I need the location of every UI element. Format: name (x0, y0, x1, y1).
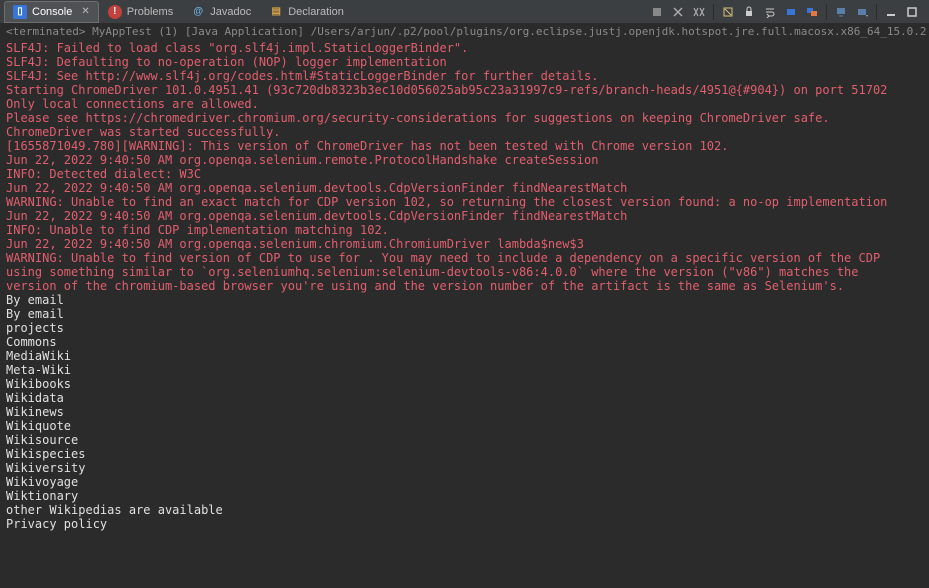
console-line: By email (6, 293, 923, 307)
console-line: Meta-Wiki (6, 363, 923, 377)
scroll-lock-button[interactable] (740, 3, 758, 21)
console-line: Jun 22, 2022 9:40:50 AM org.openqa.selen… (6, 237, 923, 251)
view-tabs: ▯ Console ✕ ! Problems @ Javadoc ▤ Decla… (4, 1, 353, 23)
open-console-button[interactable] (853, 3, 871, 21)
console-icon: ▯ (13, 5, 27, 19)
console-line: projects (6, 321, 923, 335)
console-line: SLF4J: See http://www.slf4j.org/codes.ht… (6, 69, 923, 83)
console-line: Wikispecies (6, 447, 923, 461)
remove-all-button[interactable] (690, 3, 708, 21)
console-line: MediaWiki (6, 349, 923, 363)
console-line: Only local connections are allowed. (6, 97, 923, 111)
tab-label: Problems (127, 6, 173, 18)
console-line: other Wikipedias are available (6, 503, 923, 517)
console-line: WARNING: Unable to find an exact match f… (6, 195, 923, 209)
minimize-button[interactable] (882, 3, 900, 21)
console-line: Wikidata (6, 391, 923, 405)
console-line: Wikisource (6, 433, 923, 447)
tab-javadoc[interactable]: @ Javadoc (182, 1, 260, 23)
tab-label: Declaration (288, 6, 344, 18)
toolbar-separator (876, 4, 877, 20)
terminate-button[interactable] (648, 3, 666, 21)
status-name: MyAppTest (1) [Java Application] (92, 25, 304, 38)
clear-console-button[interactable] (719, 3, 737, 21)
show-console-button[interactable] (782, 3, 800, 21)
console-line: Please see https://chromedriver.chromium… (6, 111, 923, 125)
display-selected-button[interactable] (832, 3, 850, 21)
tab-label: Javadoc (210, 6, 251, 18)
console-line: Wikiversity (6, 461, 923, 475)
console-line: Commons (6, 335, 923, 349)
view-tab-bar: ▯ Console ✕ ! Problems @ Javadoc ▤ Decla… (0, 0, 929, 24)
console-line: Wikivoyage (6, 475, 923, 489)
console-line: Privacy policy (6, 517, 923, 531)
declaration-icon: ▤ (269, 5, 283, 19)
tab-console[interactable]: ▯ Console ✕ (4, 1, 99, 23)
console-line: Wikiquote (6, 419, 923, 433)
console-line: Jun 22, 2022 9:40:50 AM org.openqa.selen… (6, 181, 923, 195)
console-line: INFO: Unable to find CDP implementation … (6, 223, 923, 237)
status-path: /Users/arjun/.p2/pool/plugins/org.eclips… (311, 25, 929, 38)
maximize-button[interactable] (903, 3, 921, 21)
remove-launch-button[interactable] (669, 3, 687, 21)
tab-problems[interactable]: ! Problems (99, 1, 182, 23)
console-toolbar (648, 3, 925, 21)
console-line: using something similar to `org.selenium… (6, 265, 923, 279)
console-line: INFO: Detected dialect: W3C (6, 167, 923, 181)
javadoc-icon: @ (191, 5, 205, 19)
problems-icon: ! (108, 5, 122, 19)
console-line: Wikibooks (6, 377, 923, 391)
console-status-line: <terminated> MyAppTest (1) [Java Applica… (0, 24, 929, 39)
toolbar-separator (826, 4, 827, 20)
console-line: Starting ChromeDriver 101.0.4951.41 (93c… (6, 83, 923, 97)
pin-console-button[interactable] (803, 3, 821, 21)
console-line: WARNING: Unable to find version of CDP t… (6, 251, 923, 265)
tab-declaration[interactable]: ▤ Declaration (260, 1, 353, 23)
tab-label: Console (32, 6, 72, 18)
console-line: Jun 22, 2022 9:40:50 AM org.openqa.selen… (6, 153, 923, 167)
close-icon[interactable]: ✕ (81, 6, 89, 17)
console-line: version of the chromium-based browser yo… (6, 279, 923, 293)
console-line: SLF4J: Defaulting to no-operation (NOP) … (6, 55, 923, 69)
word-wrap-button[interactable] (761, 3, 779, 21)
toolbar-separator (713, 4, 714, 20)
console-line: Jun 22, 2022 9:40:50 AM org.openqa.selen… (6, 209, 923, 223)
console-line: Wikinews (6, 405, 923, 419)
console-output[interactable]: SLF4J: Failed to load class "org.slf4j.i… (0, 39, 929, 588)
console-line: ChromeDriver was started successfully. (6, 125, 923, 139)
console-line: [1655871049.780][WARNING]: This version … (6, 139, 923, 153)
status-prefix: <terminated> (6, 25, 85, 38)
console-line: By email (6, 307, 923, 321)
console-line: SLF4J: Failed to load class "org.slf4j.i… (6, 41, 923, 55)
console-line: Wiktionary (6, 489, 923, 503)
